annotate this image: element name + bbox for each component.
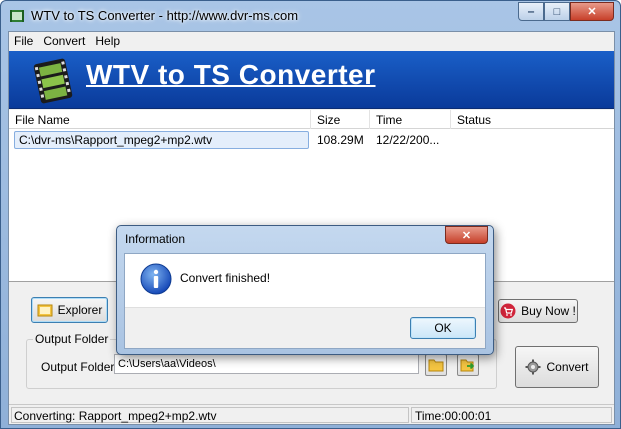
close-icon: ✕ bbox=[587, 6, 597, 18]
output-folder-group-label: Output Folder bbox=[33, 332, 111, 346]
menu-help[interactable]: Help bbox=[90, 32, 125, 51]
browse-folder-button[interactable] bbox=[425, 354, 447, 376]
cart-icon bbox=[500, 303, 516, 319]
film-reel-icon bbox=[33, 58, 73, 104]
caption-buttons: ‒ □ ✕ bbox=[518, 2, 614, 21]
title-bar[interactable]: WTV to TS Converter - http://www.dvr-ms.… bbox=[1, 1, 620, 31]
dialog-message: Convert finished! bbox=[180, 271, 271, 285]
file-list-header: File Name Size Time Status bbox=[9, 110, 614, 129]
close-button[interactable]: ✕ bbox=[570, 2, 614, 21]
ok-button[interactable]: OK bbox=[410, 317, 476, 339]
information-dialog: Information ✕ Convert finished! OK bbox=[116, 225, 494, 355]
minimize-button[interactable]: ‒ bbox=[518, 2, 544, 21]
main-window: WTV to TS Converter - http://www.dvr-ms.… bbox=[0, 0, 621, 429]
column-time[interactable]: Time bbox=[370, 110, 451, 129]
window-title: WTV to TS Converter - http://www.dvr-ms.… bbox=[31, 8, 299, 23]
column-size[interactable]: Size bbox=[311, 110, 370, 129]
buy-now-label: Buy Now ! bbox=[521, 304, 576, 318]
folder-icon bbox=[428, 359, 444, 372]
explorer-icon bbox=[37, 304, 53, 317]
banner-title: WTV to TS Converter bbox=[86, 59, 376, 90]
dialog-footer: OK bbox=[125, 307, 485, 348]
explorer-button[interactable]: Explorer bbox=[31, 297, 108, 323]
info-icon bbox=[140, 263, 172, 295]
open-folder-button[interactable] bbox=[457, 354, 479, 376]
cell-size: 108.29M bbox=[317, 133, 364, 147]
open-folder-arrow-icon bbox=[460, 359, 475, 372]
maximize-icon: □ bbox=[553, 5, 561, 18]
dialog-close-button[interactable]: ✕ bbox=[445, 226, 488, 244]
status-bar: Converting: Rapport_mpeg2+mp2.wtv Time:0… bbox=[9, 404, 614, 424]
cell-time: 12/22/200... bbox=[376, 133, 440, 147]
dialog-body: Convert finished! OK bbox=[124, 253, 486, 349]
column-file-name[interactable]: File Name bbox=[9, 110, 311, 129]
app-icon bbox=[10, 10, 24, 22]
column-status[interactable]: Status bbox=[451, 110, 614, 129]
status-text: Converting: Rapport_mpeg2+mp2.wtv bbox=[11, 407, 409, 423]
maximize-button[interactable]: □ bbox=[544, 2, 570, 21]
explorer-label: Explorer bbox=[57, 303, 103, 317]
convert-button[interactable]: Convert bbox=[515, 346, 599, 388]
table-row[interactable]: C:\dvr-ms\Rapport_mpeg2+mp2.wtv 108.29M … bbox=[9, 131, 614, 149]
cell-status bbox=[451, 131, 611, 149]
buy-now-button[interactable]: Buy Now ! bbox=[498, 299, 578, 323]
menu-bar: File Convert Help bbox=[9, 32, 614, 51]
elapsed-time: Time:00:00:01 bbox=[411, 407, 612, 423]
convert-label: Convert bbox=[546, 360, 589, 374]
output-folder-label: Output Folder bbox=[41, 360, 115, 374]
dialog-title: Information bbox=[125, 232, 186, 246]
banner: WTV to TS Converter bbox=[9, 51, 614, 109]
minimize-icon: ‒ bbox=[527, 5, 535, 18]
output-folder-input[interactable] bbox=[114, 354, 419, 374]
cell-file-name: C:\dvr-ms\Rapport_mpeg2+mp2.wtv bbox=[14, 131, 309, 149]
menu-file[interactable]: File bbox=[9, 32, 38, 51]
menu-convert[interactable]: Convert bbox=[38, 32, 90, 51]
gear-icon bbox=[525, 359, 541, 375]
close-icon: ✕ bbox=[461, 229, 472, 242]
